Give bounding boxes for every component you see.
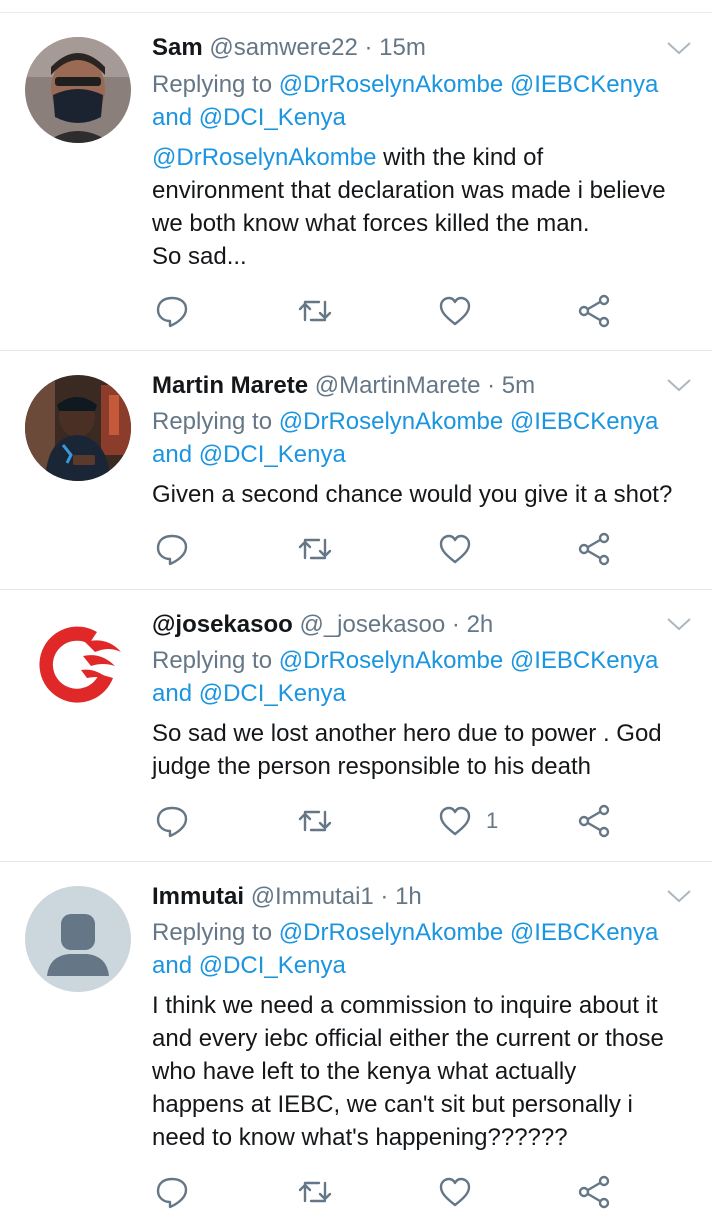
mention-link[interactable]: @DrRoselynAkombe: [279, 919, 503, 946]
chevron-down-icon[interactable]: [666, 40, 692, 56]
mention-link[interactable]: @IEBCKenya: [503, 71, 658, 98]
mention-link[interactable]: @DrRoselynAkombe: [152, 144, 376, 171]
tweet-text-line: we both know what forces killed the man.: [152, 210, 590, 237]
replying-to-line-2: and @DCI_Kenya: [152, 677, 346, 710]
person-photo-avatar[interactable]: [25, 375, 131, 481]
replying-to-line-2: and @DCI_Kenya: [152, 949, 346, 982]
like-heart-icon[interactable]: [438, 804, 472, 838]
author-name[interactable]: @josekasoo: [152, 611, 293, 638]
mention-link[interactable]: @DrRoselynAkombe: [279, 647, 503, 674]
tweet-time[interactable]: 15m: [379, 34, 426, 61]
chevron-down-icon[interactable]: [666, 888, 692, 904]
retweet-icon[interactable]: [298, 294, 332, 328]
replying-to-label: Replying to: [152, 919, 279, 946]
default-profile-avatar[interactable]: [25, 886, 131, 992]
tweet-martin-marete[interactable]: Martin Marete @MartinMarete · 5m Replyin…: [0, 351, 712, 590]
like-count: 1: [486, 808, 499, 833]
separator-dot: ·: [445, 611, 467, 638]
tweet-text-line: need to know what's happening??????: [152, 1124, 568, 1151]
reply-icon[interactable]: [155, 532, 189, 566]
tweet-sam[interactable]: Sam @samwere22 · 15m Replying to @DrRose…: [0, 12, 712, 351]
tweet-text: with the kind of: [376, 144, 544, 171]
masked-person-avatar[interactable]: [25, 37, 131, 143]
author-name[interactable]: Sam: [152, 34, 203, 61]
reply-icon[interactable]: [155, 1175, 189, 1209]
tweet-text-line: who have left to the kenya what actually: [152, 1058, 577, 1085]
retweet-icon[interactable]: [298, 532, 332, 566]
tweet-header: Immutai @Immutai1 · 1h: [152, 880, 422, 913]
and-label: and: [152, 104, 199, 131]
reply-icon[interactable]: [155, 294, 189, 328]
mention-link[interactable]: @IEBCKenya: [503, 408, 658, 435]
like-heart-icon[interactable]: [438, 532, 472, 566]
mention-link[interactable]: @IEBCKenya: [503, 919, 658, 946]
like-heart-icon[interactable]: [438, 294, 472, 328]
tweet-text-line: happens at IEBC, we can't sit but person…: [152, 1091, 633, 1118]
author-name[interactable]: Martin Marete: [152, 372, 308, 399]
replying-to-line-2: and @DCI_Kenya: [152, 438, 346, 471]
tweet-text-line: @DrRoselynAkombe with the kind of: [152, 141, 543, 174]
mention-link[interactable]: @IEBCKenya: [503, 647, 658, 674]
like-heart-icon[interactable]: [438, 1175, 472, 1209]
author-handle[interactable]: @Immutai1: [251, 883, 374, 910]
tweet-text-line: So sad...: [152, 243, 247, 270]
mention-link[interactable]: @DCI_Kenya: [199, 441, 346, 468]
author-name[interactable]: Immutai: [152, 883, 244, 910]
share-icon[interactable]: [578, 1175, 612, 1209]
replying-to-line: Replying to @DrRoselynAkombe @IEBCKenya: [152, 644, 658, 677]
tweet-time[interactable]: 1h: [395, 883, 422, 910]
replying-to-line: Replying to @DrRoselynAkombe @IEBCKenya: [152, 68, 658, 101]
retweet-icon[interactable]: [298, 804, 332, 838]
chevron-down-icon[interactable]: [666, 377, 692, 393]
tweet-josekasoo[interactable]: @josekasoo @_josekasoo · 2h Replying to …: [0, 590, 712, 862]
tweet-text-line: Given a second chance would you give it …: [152, 481, 673, 508]
reply-icon[interactable]: [155, 804, 189, 838]
author-handle[interactable]: @_josekasoo: [299, 611, 445, 638]
mention-link[interactable]: @DCI_Kenya: [199, 680, 346, 707]
share-icon[interactable]: [578, 294, 612, 328]
tweet-header: @josekasoo @_josekasoo · 2h: [152, 608, 493, 641]
retweet-icon[interactable]: [298, 1175, 332, 1209]
chevron-down-icon[interactable]: [666, 616, 692, 632]
separator-dot: ·: [373, 883, 396, 910]
replying-to-line-2: and @DCI_Kenya: [152, 101, 346, 134]
replying-to-line: Replying to @DrRoselynAkombe @IEBCKenya: [152, 916, 658, 949]
tweet-time[interactable]: 5m: [502, 372, 535, 399]
tweet-header: Martin Marete @MartinMarete · 5m: [152, 369, 535, 402]
tweet-text-line: judge the person responsible to his deat…: [152, 753, 591, 780]
share-icon[interactable]: [578, 532, 612, 566]
mention-link[interactable]: @DCI_Kenya: [199, 952, 346, 979]
tweet-header: Sam @samwere22 · 15m: [152, 31, 426, 64]
tweet-time[interactable]: 2h: [467, 611, 494, 638]
author-handle[interactable]: @MartinMarete: [315, 372, 481, 399]
replying-to-label: Replying to: [152, 647, 279, 674]
red-swirl-logo-avatar[interactable]: [25, 612, 131, 718]
separator-dot: ·: [480, 372, 502, 399]
author-handle[interactable]: @samwere22: [209, 34, 357, 61]
replying-to-line: Replying to @DrRoselynAkombe @IEBCKenya: [152, 405, 658, 438]
mention-link[interactable]: @DrRoselynAkombe: [279, 71, 503, 98]
share-icon[interactable]: [578, 804, 612, 838]
and-label: and: [152, 680, 199, 707]
mention-link[interactable]: @DrRoselynAkombe: [279, 408, 503, 435]
tweet-immutai[interactable]: Immutai @Immutai1 · 1h Replying to @DrRo…: [0, 862, 712, 1222]
and-label: and: [152, 952, 199, 979]
tweet-text-line: So sad we lost another hero due to power…: [152, 720, 662, 747]
replying-to-label: Replying to: [152, 408, 279, 435]
tweet-text-line: I think we need a commission to inquire …: [152, 992, 658, 1019]
tweet-text-line: environment that declaration was made i …: [152, 177, 666, 204]
tweet-text-line: and every iebc official either the curre…: [152, 1025, 664, 1052]
replying-to-label: Replying to: [152, 71, 279, 98]
and-label: and: [152, 441, 199, 468]
mention-link[interactable]: @DCI_Kenya: [199, 104, 346, 131]
separator-dot: ·: [357, 34, 380, 61]
